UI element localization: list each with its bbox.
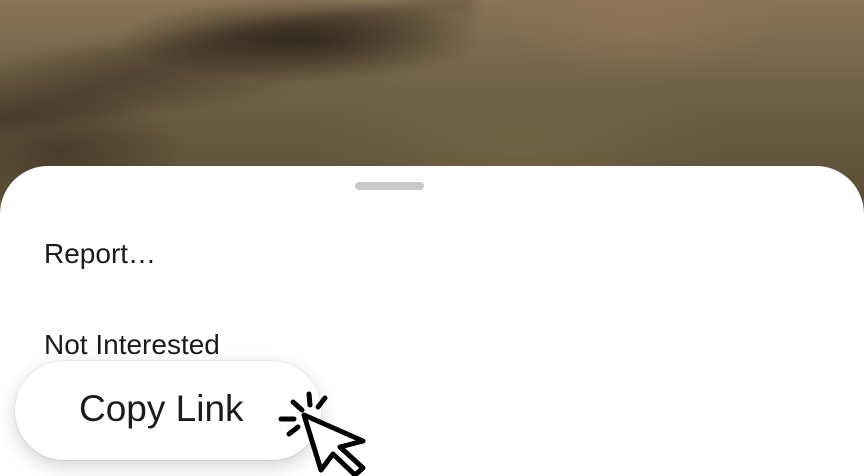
screen: Report… Not Interested Copy Link — [0, 0, 864, 476]
menu-item-not-interested[interactable]: Not Interested — [44, 329, 220, 361]
menu-item-report[interactable]: Report… — [44, 238, 156, 270]
pointer-cursor-click-icon — [278, 391, 366, 476]
drag-handle-icon[interactable] — [355, 182, 424, 190]
copy-link-label: Copy Link — [79, 388, 244, 429]
